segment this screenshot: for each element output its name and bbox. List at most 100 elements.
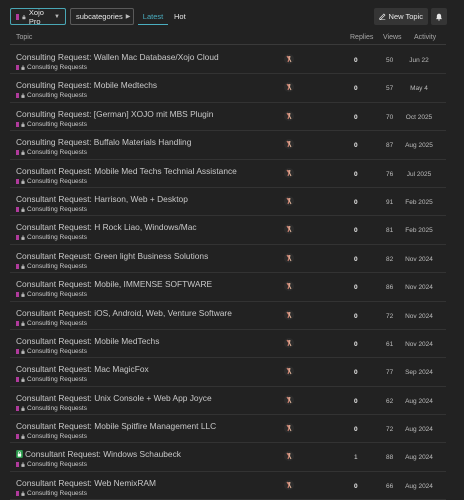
avatar[interactable] [284, 139, 294, 150]
topic-title-link[interactable]: Consultant Request: Web NemixRAM [16, 478, 156, 488]
topic-row[interactable]: Consultant Request: Mobile, IMMENSE SOFT… [10, 273, 446, 302]
topic-row[interactable]: Consulting Request: Buffalo Materials Ha… [10, 131, 446, 160]
reply-count[interactable]: 0 [354, 284, 358, 291]
avatar[interactable] [284, 423, 294, 434]
topic-category-badge[interactable]: Consulting Requests [16, 64, 87, 71]
topic-title-link[interactable]: Consultant Request: Mac MagicFox [16, 364, 149, 374]
topic-row[interactable]: Consultant Request: iOS, Android, Web, V… [10, 302, 446, 330]
activity-date[interactable]: Aug 2024 [402, 398, 436, 405]
nav-latest[interactable]: Latest [138, 8, 168, 25]
topic-category-badge[interactable]: Consulting Requests [16, 376, 87, 383]
topic-title-link[interactable]: Consultant Request: Unix Console + Web A… [16, 393, 212, 403]
activity-date[interactable]: Feb 2025 [402, 199, 436, 206]
topic-category-badge[interactable]: Consulting Requests [16, 461, 87, 468]
activity-date[interactable]: Jun 22 [402, 57, 436, 64]
avatar[interactable] [284, 252, 294, 263]
reply-count[interactable]: 1 [354, 454, 358, 461]
subcategories-dropdown[interactable]: subcategories ▶ [70, 8, 134, 25]
topic-row[interactable]: Consultant Request: Mac MagicFox Consult… [10, 358, 446, 387]
nav-hot[interactable]: Hot [174, 8, 186, 25]
topic-title-link[interactable]: Consultant Request: iOS, Android, Web, V… [16, 308, 232, 318]
topic-title-link[interactable]: Consultant Request: H Rock Liao, Windows… [16, 222, 197, 232]
avatar[interactable] [284, 195, 294, 206]
topic-row[interactable]: Consultant Request: Mobile Spitfire Mana… [10, 415, 446, 444]
activity-date[interactable]: Nov 2024 [402, 284, 436, 291]
topic-row[interactable]: Consulting Request: Mobile Medtechs Cons… [10, 74, 446, 103]
activity-date[interactable]: Sep 2024 [402, 369, 436, 376]
reply-count[interactable]: 0 [354, 142, 358, 149]
activity-date[interactable]: Nov 2024 [402, 256, 436, 263]
activity-date[interactable]: May 4 [402, 85, 436, 92]
reply-count[interactable]: 0 [354, 85, 358, 92]
activity-date[interactable]: Oct 2025 [402, 114, 436, 121]
avatar[interactable] [284, 224, 294, 235]
topic-title-link[interactable]: Consulting Request: Buffalo Materials Ha… [16, 137, 191, 147]
activity-date[interactable]: Aug 2024 [402, 483, 436, 490]
activity-date[interactable]: Aug 2024 [402, 454, 436, 461]
reply-count[interactable]: 0 [354, 256, 358, 263]
reply-count[interactable]: 0 [354, 171, 358, 178]
avatar[interactable] [284, 394, 294, 405]
avatar[interactable] [284, 309, 294, 320]
topic-row[interactable]: Consulting Request: Wallen Mac Database/… [10, 46, 446, 75]
activity-date[interactable]: Feb 2025 [402, 227, 436, 234]
topic-row[interactable]: Consultant Request: Unix Console + Web A… [10, 387, 446, 416]
reply-count[interactable]: 0 [354, 369, 358, 376]
category-dropdown[interactable]: Xojo Pro ▼ [10, 8, 66, 26]
reply-count[interactable]: 0 [354, 426, 358, 433]
topic-title-link[interactable]: Consultant Request: Mobile Spitfire Mana… [16, 421, 216, 431]
topic-category-badge[interactable]: Consulting Requests [16, 234, 87, 241]
avatar[interactable] [284, 366, 294, 377]
topic-title-link[interactable]: Consultant Request: Windows Schaubeck [16, 449, 181, 459]
topic-row[interactable]: Consultant Request: H Rock Liao, Windows… [10, 216, 446, 245]
avatar[interactable] [284, 451, 294, 462]
reply-count[interactable]: 0 [354, 398, 358, 405]
avatar[interactable] [284, 281, 294, 292]
new-topic-button[interactable]: New Topic [373, 8, 428, 25]
topic-category-badge[interactable]: Consulting Requests [16, 320, 87, 327]
avatar[interactable] [284, 82, 294, 93]
avatar[interactable] [284, 479, 294, 490]
activity-date[interactable]: Jul 2025 [402, 171, 436, 178]
reply-count[interactable]: 0 [354, 57, 358, 64]
avatar[interactable] [284, 337, 294, 348]
topic-category-badge[interactable]: Consulting Requests [16, 263, 87, 270]
header-views[interactable]: Views [383, 34, 402, 41]
avatar[interactable] [284, 54, 294, 64]
topic-category-badge[interactable]: Consulting Requests [16, 405, 87, 412]
reply-count[interactable]: 0 [354, 227, 358, 234]
reply-count[interactable]: 0 [354, 341, 358, 348]
reply-count[interactable]: 0 [354, 199, 358, 206]
topic-category-badge[interactable]: Consulting Requests [16, 178, 87, 185]
topic-title-link[interactable]: Consultant Request: Mobile, IMMENSE SOFT… [16, 279, 212, 289]
activity-date[interactable]: Aug 2024 [402, 426, 436, 433]
reply-count[interactable]: 0 [354, 114, 358, 121]
topic-category-badge[interactable]: Consulting Requests [16, 433, 87, 440]
topic-row[interactable]: Consultant Request: Mobile Med Techs Tec… [10, 160, 446, 188]
header-topic[interactable]: Topic [16, 34, 32, 41]
reply-count[interactable]: 0 [354, 313, 358, 320]
topic-category-badge[interactable]: Consulting Requests [16, 348, 87, 355]
activity-date[interactable]: Aug 2025 [402, 142, 436, 149]
avatar[interactable] [284, 167, 294, 178]
topic-category-badge[interactable]: Consulting Requests [16, 490, 87, 497]
activity-date[interactable]: Nov 2024 [402, 341, 436, 348]
topic-category-badge[interactable]: Consulting Requests [16, 121, 87, 128]
avatar[interactable] [284, 110, 294, 121]
topic-category-badge[interactable]: Consulting Requests [16, 92, 87, 99]
topic-title-link[interactable]: Consulting Request: [German] XOJO mit MB… [16, 109, 213, 119]
topic-title-link[interactable]: Consulting Request: Wallen Mac Database/… [16, 52, 219, 62]
topic-category-badge[interactable]: Consulting Requests [16, 149, 87, 156]
header-activity[interactable]: Activity [414, 34, 436, 41]
topic-row[interactable]: Consultant Request: Windows Schaubeck Co… [10, 443, 446, 472]
topic-row[interactable]: Consultant Reqeust: Green light Business… [10, 245, 446, 274]
topic-row[interactable]: Consultant Request: Harrison, Web + Desk… [10, 188, 446, 217]
notification-button[interactable] [431, 8, 447, 25]
reply-count[interactable]: 0 [354, 483, 358, 490]
header-replies[interactable]: Replies [350, 34, 373, 41]
topic-category-badge[interactable]: Consulting Requests [16, 206, 87, 213]
activity-date[interactable]: Nov 2024 [402, 313, 436, 320]
topic-title-link[interactable]: Consultant Reqeust: Green light Business… [16, 251, 208, 261]
topic-title-link[interactable]: Consulting Request: Mobile Medtechs [16, 80, 157, 90]
topic-row[interactable]: Consultant Request: Web NemixRAM Consult… [10, 472, 446, 500]
